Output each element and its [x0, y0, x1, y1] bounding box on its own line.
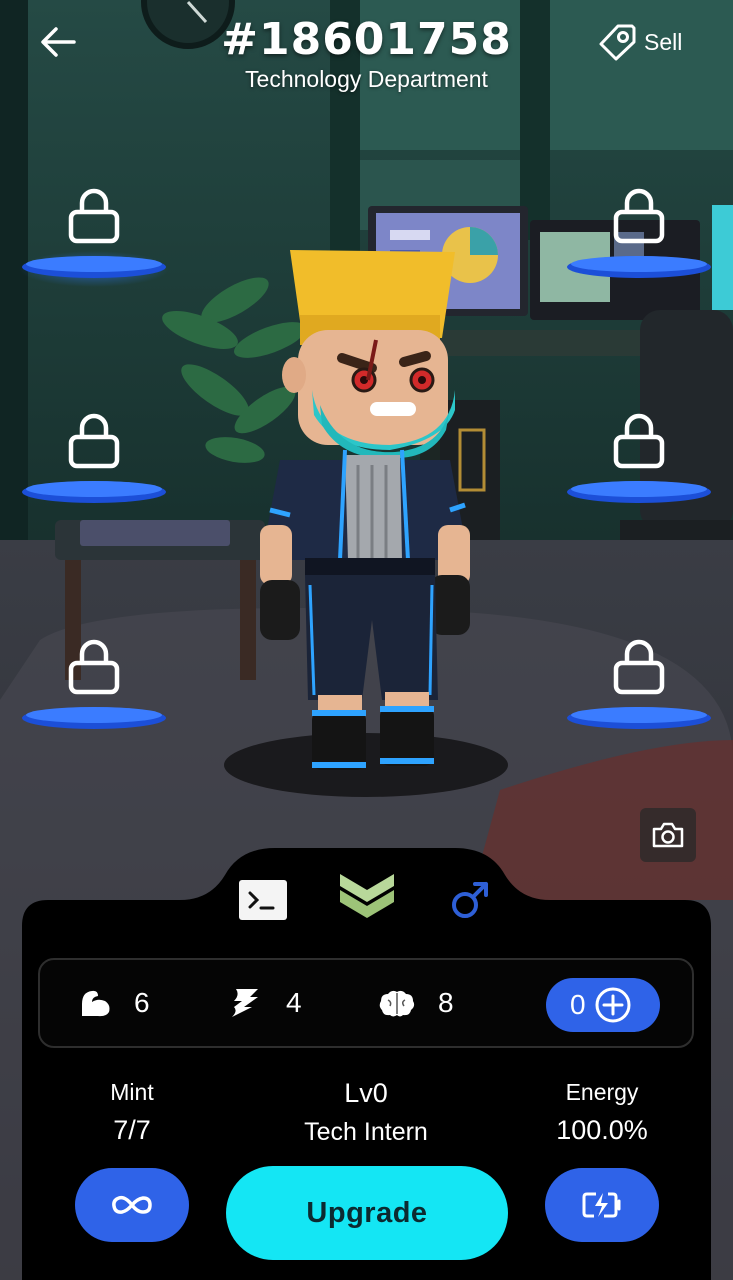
locked-slot-left-1[interactable] — [19, 185, 169, 295]
level-title: Tech Intern — [304, 1118, 428, 1146]
mint-label: Mint — [110, 1079, 154, 1105]
sell-button[interactable]: Sell — [598, 22, 682, 62]
energy-value: 100.0% — [556, 1115, 648, 1145]
chevron-rank-icon — [340, 874, 394, 918]
unallocated-points: 0 — [570, 989, 586, 1020]
lock-icon — [68, 188, 120, 244]
infinity-link-icon — [112, 1195, 152, 1214]
mint-value: 7/7 — [113, 1115, 151, 1145]
slot-pedestal — [567, 481, 711, 503]
upgrade-button[interactable]: Upgrade — [226, 1166, 508, 1260]
mint-button[interactable] — [75, 1168, 189, 1242]
strength-value: 6 — [134, 987, 150, 1018]
terminal-icon — [239, 880, 287, 920]
intellect-value: 8 — [438, 987, 454, 1018]
agility-value: 4 — [286, 987, 302, 1018]
male-symbol-icon — [452, 882, 488, 918]
character-avatar — [260, 250, 470, 770]
add-points-button[interactable]: 0 — [546, 978, 660, 1032]
stat-intellect: 8 — [378, 980, 454, 1026]
battery-bolt-icon — [582, 1192, 621, 1218]
locked-slot-right-3[interactable] — [564, 636, 714, 746]
slot-pedestal — [22, 707, 166, 729]
speed-icon — [232, 989, 258, 1017]
slot-pedestal — [19, 251, 169, 287]
brain-icon — [379, 990, 415, 1017]
lock-icon — [613, 639, 665, 695]
tab-terminal[interactable] — [239, 880, 287, 925]
slot-pedestal — [22, 481, 166, 503]
attributes-box: 6 4 8 0 — [38, 958, 694, 1048]
sell-label: Sell — [644, 28, 683, 55]
gender-badge — [450, 880, 490, 925]
lock-icon — [613, 413, 665, 469]
locked-slot-left-3[interactable] — [19, 636, 169, 746]
stat-agility: 4 — [228, 980, 302, 1026]
locked-slot-left-2[interactable] — [19, 410, 169, 520]
slot-pedestal — [567, 256, 711, 278]
plus-circle-icon — [595, 987, 631, 1023]
stat-strength: 6 — [78, 980, 150, 1026]
lock-icon — [613, 188, 665, 244]
locked-slot-right-2[interactable] — [564, 410, 714, 520]
rank-badge[interactable] — [338, 870, 396, 923]
lock-icon — [68, 413, 120, 469]
price-tag-icon — [599, 24, 636, 61]
department-subtitle: Technology Department — [245, 66, 488, 92]
slot-pedestal — [567, 707, 711, 729]
level-label: Lv0 — [344, 1078, 388, 1108]
recharge-energy-button[interactable] — [545, 1168, 659, 1242]
energy-label: Energy — [565, 1079, 639, 1105]
lock-icon — [68, 639, 120, 695]
bicep-icon — [82, 990, 110, 1017]
top-bar: #18601758 Technology Department Sell — [0, 0, 733, 110]
locked-slot-right-1[interactable] — [564, 185, 714, 295]
